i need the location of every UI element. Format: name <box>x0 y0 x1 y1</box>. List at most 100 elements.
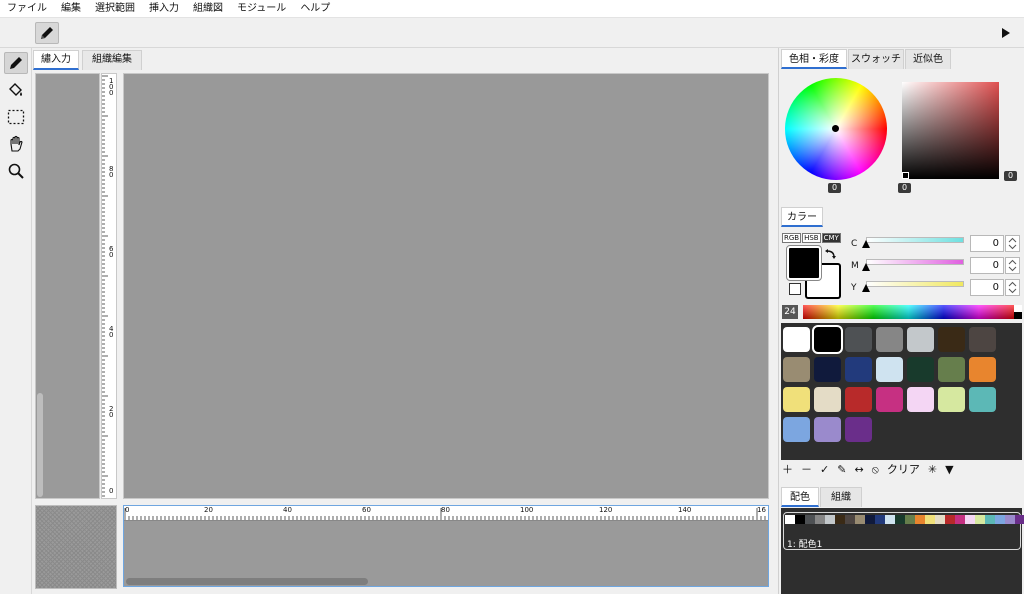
menu-file[interactable]: ファイル <box>0 0 54 18</box>
check-icon[interactable]: ✓ <box>820 462 829 478</box>
channel-y-label: Y <box>851 283 857 293</box>
color-swatch[interactable] <box>876 387 903 412</box>
color-swatch[interactable] <box>814 417 841 442</box>
menu-input[interactable]: 挿入力 <box>142 0 186 18</box>
color-swatch[interactable] <box>969 327 996 352</box>
color-swatch[interactable] <box>876 327 903 352</box>
top-toolbar <box>0 18 1024 48</box>
tab-hue-saturation[interactable]: 色相・彩度 <box>781 49 847 69</box>
foreground-color-swatch[interactable] <box>786 245 822 281</box>
tab-color[interactable]: カラー <box>781 207 823 227</box>
color-swatch[interactable] <box>876 357 903 382</box>
color-swatch[interactable] <box>938 387 965 412</box>
pencil-tool[interactable] <box>4 52 28 74</box>
menu-module[interactable]: モジュール <box>230 0 293 18</box>
channel-m-value[interactable]: 0 <box>970 257 1004 274</box>
palette-count-badge: 24 <box>782 305 798 319</box>
channel-c-value[interactable]: 0 <box>970 235 1004 252</box>
zoom-tool[interactable] <box>4 160 28 182</box>
transparent-toggle[interactable] <box>789 283 801 295</box>
saturation-value-square[interactable] <box>902 82 999 179</box>
vertical-scrollbar[interactable] <box>37 393 43 497</box>
clear-button[interactable]: クリア <box>887 462 920 478</box>
pencil-icon[interactable]: ✎ <box>837 462 846 478</box>
channel-c-thumb[interactable] <box>862 240 870 248</box>
color-swatch[interactable] <box>938 327 965 352</box>
channel-m-thumb[interactable] <box>862 263 870 271</box>
mode-cmy[interactable]: CMY <box>821 233 841 243</box>
tab-weave[interactable]: 組織 <box>820 487 862 507</box>
channel-m-spinner[interactable] <box>1005 257 1020 274</box>
weave-canvas[interactable] <box>123 73 769 499</box>
channel-c-spinner[interactable] <box>1005 235 1020 252</box>
expand-panel-button[interactable] <box>1000 26 1012 40</box>
menu-selection[interactable]: 選択範囲 <box>88 0 142 18</box>
color-swatch[interactable] <box>814 387 841 412</box>
hand-tool[interactable] <box>4 133 28 155</box>
scheme-color-chip <box>885 515 895 524</box>
scheme-color-chip <box>785 515 795 524</box>
color-swatch[interactable] <box>814 357 841 382</box>
color-mode-switch: RGB HSB CMY <box>782 233 841 243</box>
scheme-color-chip <box>835 515 845 524</box>
tab-input[interactable]: 繡入力 <box>33 50 79 70</box>
channel-c-slider[interactable] <box>866 237 964 243</box>
color-swatch[interactable] <box>845 327 872 352</box>
horizontal-scrollbar[interactable] <box>126 578 368 585</box>
hue-value-badge: 0 <box>828 183 842 193</box>
scheme-color-chip <box>965 515 975 524</box>
mode-hsb[interactable]: HSB <box>802 233 821 243</box>
color-swatch[interactable] <box>812 325 843 354</box>
hue-wheel-pointer[interactable] <box>832 125 839 132</box>
sparkle-icon[interactable]: ✳ <box>928 462 937 478</box>
tab-similar-colors[interactable]: 近似色 <box>905 49 951 69</box>
swap-colors-button[interactable] <box>823 248 837 262</box>
remove-swatch-button[interactable]: － <box>801 462 812 478</box>
channel-m-slider[interactable] <box>866 259 964 265</box>
rect-select-tool[interactable] <box>4 106 28 128</box>
color-swatch[interactable] <box>938 357 965 382</box>
hruler-label-40: 40 <box>283 506 292 514</box>
color-swatch[interactable] <box>907 387 934 412</box>
hruler-label-20: 20 <box>204 506 213 514</box>
channel-y-value[interactable]: 0 <box>970 279 1004 296</box>
menu-help[interactable]: ヘルプ <box>293 0 337 18</box>
chevron-down-icon[interactable]: ▼ <box>945 462 953 478</box>
hruler-label-140: 140 <box>678 506 692 514</box>
pencil-tool-option-button[interactable] <box>35 22 59 44</box>
black-white-bar[interactable] <box>1014 305 1022 319</box>
color-swatch[interactable] <box>845 357 872 382</box>
color-swatch[interactable] <box>845 387 872 412</box>
ban-icon[interactable]: ⦸ <box>872 462 879 478</box>
color-spectrum-bar[interactable] <box>803 305 1014 319</box>
tab-weave-edit[interactable]: 組織編集 <box>82 50 142 70</box>
color-swatch[interactable] <box>845 417 872 442</box>
color-swatch[interactable] <box>783 357 810 382</box>
color-swatch[interactable] <box>783 417 810 442</box>
swap-arrows-icon[interactable]: ↔ <box>854 462 863 478</box>
add-swatch-button[interactable]: ＋ <box>782 462 793 478</box>
mode-rgb[interactable]: RGB <box>782 233 802 243</box>
color-swatch[interactable] <box>907 327 934 352</box>
paint-bucket-icon <box>9 83 22 96</box>
menu-org-chart[interactable]: 組織図 <box>186 0 230 18</box>
scheme-color-chip <box>875 515 885 524</box>
scheme-color-chip <box>855 515 865 524</box>
tab-swatch[interactable]: スウォッチ <box>848 49 904 69</box>
scheme-color-chip <box>825 515 835 524</box>
color-swatch[interactable] <box>783 327 810 352</box>
sv-pointer[interactable] <box>902 172 909 179</box>
tab-color-scheme[interactable]: 配色 <box>781 487 819 507</box>
menu-edit[interactable]: 編集 <box>54 0 88 18</box>
color-swatch[interactable] <box>969 357 996 382</box>
scheme-color-chip <box>1005 515 1015 524</box>
color-swatch[interactable] <box>907 357 934 382</box>
vruler-label-80: 8 0 <box>109 165 114 179</box>
color-swatch[interactable] <box>783 387 810 412</box>
fill-tool[interactable] <box>4 79 28 101</box>
channel-y-thumb[interactable] <box>862 284 870 292</box>
channel-y-spinner[interactable] <box>1005 279 1020 296</box>
color-swatch[interactable] <box>969 387 996 412</box>
channel-y-slider[interactable] <box>866 281 964 287</box>
tieup-area[interactable] <box>35 73 100 499</box>
